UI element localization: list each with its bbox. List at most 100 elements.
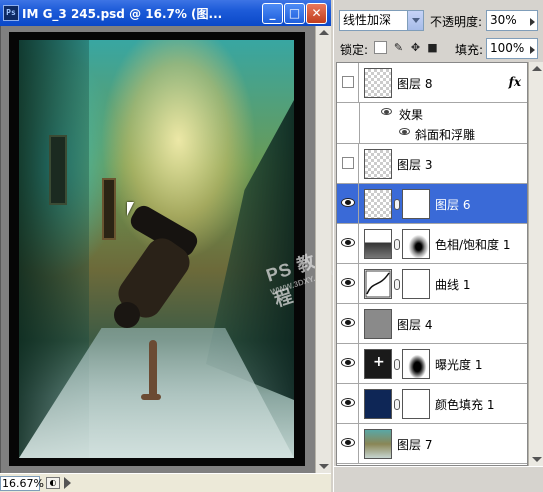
eye-icon[interactable]: [341, 318, 355, 327]
opacity-label: 不透明度:: [430, 15, 483, 29]
visibility-toggle[interactable]: [337, 344, 359, 383]
eye-icon[interactable]: [341, 278, 355, 287]
layer-name: 图层 7: [397, 438, 433, 452]
photoshop-workspace: Ps IM G_3 245.psd @ 16.7% (图... _ □ ✕ PS…: [0, 0, 543, 492]
layer-list: 图层 8 fx 效果 斜面和浮雕 图层 3 图层 6 色相/饱和度 1 曲线 1…: [336, 62, 528, 466]
lock-label: 锁定:: [340, 43, 369, 57]
dancer-hand-shape: [141, 394, 161, 400]
layer-row[interactable]: 图层 8 fx: [337, 63, 527, 103]
close-button[interactable]: ✕: [306, 3, 327, 24]
layer-name: 图层 4: [397, 318, 433, 332]
link-icon[interactable]: [394, 279, 400, 290]
opacity-input[interactable]: 30%: [486, 10, 538, 31]
layer-thumbnail: [364, 309, 392, 339]
layer-row[interactable]: + 曝光度 1: [337, 344, 527, 384]
layer-row[interactable]: 曲线 1: [337, 264, 527, 304]
eye-icon[interactable]: [341, 398, 355, 407]
opacity-value: 30%: [490, 13, 517, 27]
alley-dancer-photo[interactable]: [19, 40, 294, 458]
layer-thumbnail: [364, 149, 392, 179]
layer-thumbnail: [364, 429, 392, 459]
lock-all-icon[interactable]: ■: [426, 41, 439, 54]
scroll-up-icon[interactable]: [319, 30, 329, 35]
visibility-toggle[interactable]: [337, 144, 359, 183]
visibility-toggle[interactable]: [337, 424, 359, 463]
scroll-down-icon[interactable]: [319, 464, 329, 469]
visibility-toggle[interactable]: [337, 264, 359, 303]
document-window: Ps IM G_3 245.psd @ 16.7% (图... _ □ ✕ PS…: [0, 0, 334, 492]
visibility-off-icon[interactable]: [342, 76, 354, 88]
eye-icon[interactable]: [341, 198, 355, 207]
blend-mode-value: 线性加深: [343, 13, 392, 27]
eye-icon[interactable]: [341, 438, 355, 447]
layers-panel-footer: [334, 466, 543, 492]
effect-visibility-icon[interactable]: [381, 108, 392, 115]
visibility-toggle[interactable]: [337, 384, 359, 423]
visibility-toggle[interactable]: [337, 304, 359, 343]
layer-row-selected[interactable]: 图层 6: [337, 184, 527, 224]
effects-label: 效果: [399, 108, 424, 122]
status-menu-arrow-icon[interactable]: [64, 477, 71, 489]
maximize-button[interactable]: □: [284, 3, 305, 24]
lock-paint-icon[interactable]: ✎: [392, 41, 405, 54]
lock-move-icon[interactable]: ✥: [409, 41, 422, 54]
link-icon[interactable]: [394, 399, 400, 410]
effect-row[interactable]: 斜面和浮雕: [337, 123, 527, 144]
chevron-down-icon[interactable]: [407, 11, 423, 30]
document-titlebar[interactable]: Ps IM G_3 245.psd @ 16.7% (图... _ □ ✕: [0, 0, 331, 26]
exposure-thumbnail: +: [364, 349, 392, 379]
scroll-down-icon[interactable]: [532, 457, 542, 462]
layer-row[interactable]: 图层 4: [337, 304, 527, 344]
document-vertical-scrollbar[interactable]: [315, 26, 331, 473]
link-icon[interactable]: [394, 199, 400, 210]
window-shape: [102, 178, 116, 240]
layer-mask-thumbnail: [402, 269, 430, 299]
adjustment-thumbnail: [364, 229, 392, 259]
effect-visibility-icon[interactable]: [399, 128, 410, 135]
exposure-plus-icon: +: [373, 354, 385, 370]
layer-name: 色相/饱和度 1: [435, 238, 511, 252]
layer-name: 曝光度 1: [435, 358, 483, 372]
fill-slider-arrow-icon[interactable]: [530, 46, 535, 54]
link-icon[interactable]: [394, 239, 400, 250]
layer-mask-thumbnail: [402, 189, 430, 219]
status-info-icon[interactable]: ◐: [46, 477, 60, 489]
layer-row[interactable]: 图层 7: [337, 424, 527, 464]
effects-row[interactable]: 效果: [337, 103, 527, 123]
visibility-toggle[interactable]: [337, 63, 359, 102]
lock-transparent-icon[interactable]: [374, 41, 387, 54]
opacity-slider-arrow-icon[interactable]: [530, 18, 535, 26]
canvas-area[interactable]: PS 教程 WWW.3DXY.COM: [0, 26, 334, 473]
link-icon[interactable]: [394, 359, 400, 370]
eye-icon[interactable]: [341, 238, 355, 247]
window-shape: [49, 135, 67, 205]
bevel-emboss-label: 斜面和浮雕: [415, 128, 476, 142]
mouse-pointer-icon: [127, 202, 134, 216]
minimize-button[interactable]: _: [262, 3, 283, 24]
layer-row[interactable]: 色相/饱和度 1: [337, 224, 527, 264]
dancer-arm-shape: [149, 340, 157, 398]
visibility-off-icon[interactable]: [342, 157, 354, 169]
fx-icon[interactable]: fx: [509, 75, 521, 89]
layers-scrollbar[interactable]: [528, 62, 543, 466]
visibility-toggle[interactable]: [337, 184, 359, 223]
fill-input[interactable]: 100%: [486, 38, 538, 59]
fill-label: 填充:: [455, 43, 484, 57]
divider: [359, 123, 360, 143]
visibility-toggle[interactable]: [337, 224, 359, 263]
document-statusbar: 16.67% ◐: [0, 473, 331, 492]
layer-row[interactable]: 颜色填充 1: [337, 384, 527, 424]
layer-name: 图层 3: [397, 158, 433, 172]
layer-row[interactable]: 图层 3: [337, 144, 527, 184]
blend-mode-select[interactable]: 线性加深: [339, 10, 424, 31]
layers-panel: 线性加深 不透明度: 30% 锁定: ✎ ✥ ■ 填充: 100% 图层 8 f…: [333, 0, 543, 492]
eye-icon[interactable]: [341, 358, 355, 367]
scroll-up-icon[interactable]: [532, 66, 542, 71]
fill-thumbnail: [364, 389, 392, 419]
blend-row: 线性加深 不透明度: 30%: [334, 10, 543, 32]
lock-row: 锁定: ✎ ✥ ■ 填充: 100%: [334, 38, 543, 60]
document-title: IM G_3 245.psd @ 16.7% (图...: [22, 7, 223, 21]
zoom-level-input[interactable]: 16.67%: [0, 476, 44, 491]
layer-mask-thumbnail: [402, 389, 430, 419]
layer-thumbnail: [364, 68, 392, 98]
